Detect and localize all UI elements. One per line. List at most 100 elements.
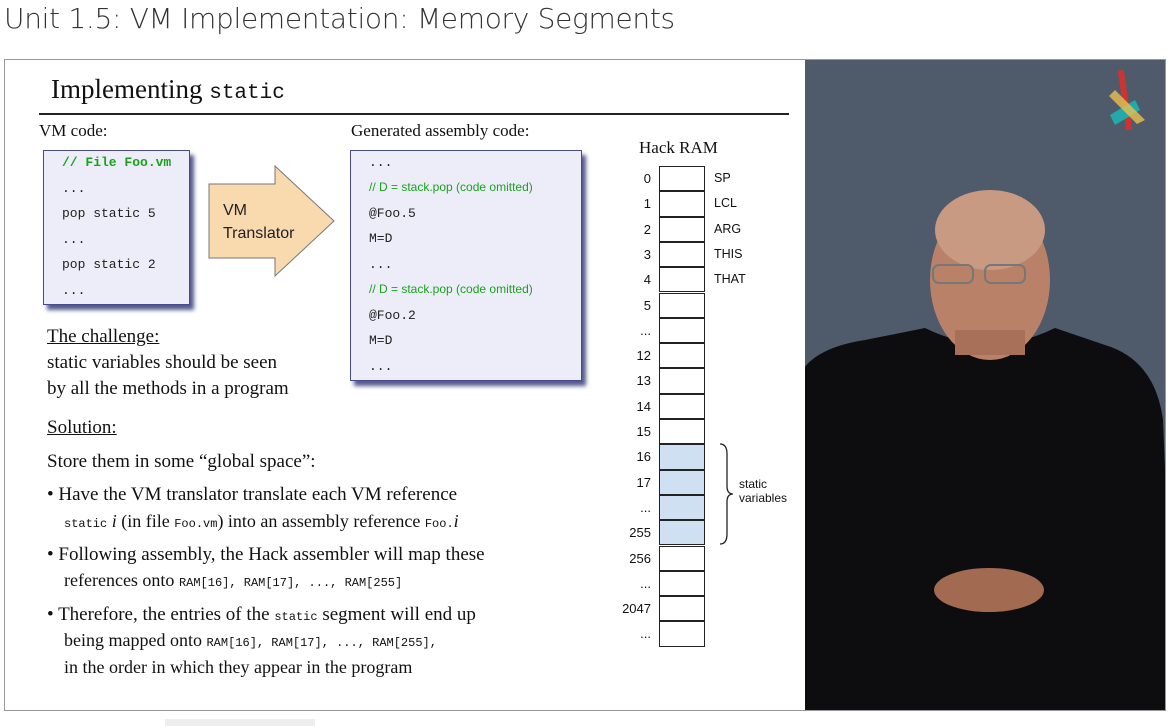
code-comment: // D = stack.pop (code omitted) — [369, 180, 533, 194]
ram-index: 0 — [643, 171, 651, 186]
ram-cell — [659, 469, 705, 495]
ram-cell — [659, 317, 705, 344]
ram-index: 255 — [629, 525, 651, 541]
text: ) into an assembly reference — [217, 511, 425, 531]
code-line: // File Foo.vm — [62, 155, 172, 170]
ram-index: 3 — [643, 246, 651, 262]
ram-cell — [659, 444, 705, 470]
ram-index: 2 — [643, 221, 651, 237]
ram-register-name: LCL — [714, 196, 737, 211]
ram-cell — [659, 621, 705, 647]
ram-index: 16 — [636, 449, 651, 465]
ram-cell — [659, 596, 705, 622]
ram-index: 5 — [643, 297, 651, 313]
text: being mapped onto — [64, 630, 207, 650]
slide-title-code: static — [209, 82, 285, 105]
ram-cell — [659, 292, 705, 318]
bullet-text: Have the VM translator translate each VM… — [58, 484, 458, 505]
code-line: pop static 2 — [62, 257, 156, 272]
translator-label-line: VM — [223, 202, 247, 219]
bullet-1-line2: static i (in file Foo.vm) into an assemb… — [64, 511, 459, 532]
var-i: i — [107, 511, 117, 531]
code-foo: Foo. — [424, 517, 454, 531]
slide-title-text: Implementing — [51, 74, 203, 104]
text: references onto — [64, 570, 179, 590]
ram-index: 2047 — [622, 601, 651, 617]
code-line: @Foo.2 — [369, 308, 416, 323]
ram-cell — [659, 191, 705, 217]
solution-heading: Solution: — [47, 417, 117, 438]
ram-index: ... — [640, 322, 651, 338]
ram-index: ... — [640, 575, 651, 591]
ram-index: 1 — [643, 196, 651, 212]
text: (in file — [116, 511, 175, 531]
title-divider — [39, 113, 789, 115]
ram-index: 14 — [636, 398, 651, 414]
ram-index: 12 — [636, 348, 651, 364]
bullet-3: • Therefore, the entries of the static s… — [47, 604, 476, 625]
translator-label-line: Translator — [223, 225, 295, 242]
bullet-3-line2: being mapped onto RAM[16], RAM[17], ...,… — [64, 630, 437, 651]
ram-title: Hack RAM — [639, 138, 718, 157]
ram-cell — [659, 216, 705, 242]
challenge-line: by all the methods in a program — [47, 378, 289, 399]
ram-cell — [659, 368, 705, 394]
progress-track[interactable] — [165, 719, 315, 726]
ram-index: ... — [640, 626, 651, 642]
code-static: static — [64, 517, 108, 531]
ram-register-name: ARG — [714, 221, 742, 236]
vm-code-box: // File Foo.vm ... pop static 5 ... pop … — [43, 150, 190, 305]
ram-register-name: SP — [714, 171, 731, 185]
code-comment: // D = stack.pop (code omitted) — [369, 282, 533, 296]
code-line: ... — [369, 257, 393, 272]
ram-index: 256 — [629, 550, 651, 566]
video-player[interactable]: Implementing static VM code: // File Foo… — [4, 59, 1166, 711]
ram-cell — [659, 419, 705, 445]
slide-title: Implementing static — [51, 74, 285, 105]
ram-cell — [659, 520, 705, 546]
bullet-2-line2: references onto RAM[16], RAM[17], ..., R… — [64, 570, 402, 591]
asm-code-label: Generated assembly code: — [351, 121, 530, 140]
code-line: ... — [62, 283, 86, 298]
ram-index: 13 — [636, 373, 651, 389]
bullet-1: • Have the VM translator translate each … — [47, 484, 458, 505]
code-line: ... — [62, 181, 86, 196]
bullet-3-line3: in the order in which they appear in the… — [64, 657, 413, 677]
bullet-2: • Following assembly, the Hack assembler… — [47, 544, 485, 565]
ram-index: ... — [640, 499, 651, 515]
solution-intro: Store them in some “global space”: — [47, 451, 316, 472]
page-title: Unit 1.5: VM Implementation: Memory Segm… — [4, 2, 675, 35]
code-line: @Foo.5 — [369, 206, 416, 221]
text: segment will end up — [317, 604, 476, 625]
challenge-line: static variables should be seen — [47, 352, 278, 373]
code-line: ... — [369, 359, 393, 374]
ram-register-name: THIS — [714, 246, 743, 261]
translator-label: VM Translator — [223, 199, 294, 245]
code-line: ... — [369, 155, 393, 170]
ram-cell — [659, 241, 705, 268]
ram-cell — [659, 267, 705, 293]
presenter-image — [795, 69, 1165, 710]
code-line: M=D — [369, 231, 393, 246]
code-static: static — [274, 610, 318, 624]
ram-cell — [659, 545, 705, 571]
lecture-slide: Implementing static VM code: // File Foo… — [5, 60, 805, 710]
course-logo-icon — [1109, 69, 1145, 131]
ram-cell — [659, 393, 705, 419]
code-line: pop static 5 — [62, 206, 156, 221]
ram-cell — [659, 166, 705, 192]
var-i: i — [453, 511, 459, 531]
code-line: ... — [62, 232, 86, 247]
static-variables-label: static variables — [739, 477, 787, 505]
code-ram: RAM[16], RAM[17], ..., RAM[255], — [206, 636, 437, 650]
ram-cell — [659, 494, 705, 521]
label-line: variables — [739, 491, 788, 505]
vm-code-label: VM code: — [39, 121, 108, 140]
label-line: static — [739, 477, 768, 491]
asm-code-box: ... // D = stack.pop (code omitted) @Foo… — [350, 150, 582, 381]
ram-cell — [659, 570, 705, 597]
code-ram: RAM[16], RAM[17], ..., RAM[255] — [178, 576, 403, 590]
challenge-heading: The challenge: — [47, 326, 160, 347]
text: Therefore, the entries of the — [58, 604, 275, 625]
ram-index: 4 — [643, 272, 651, 288]
